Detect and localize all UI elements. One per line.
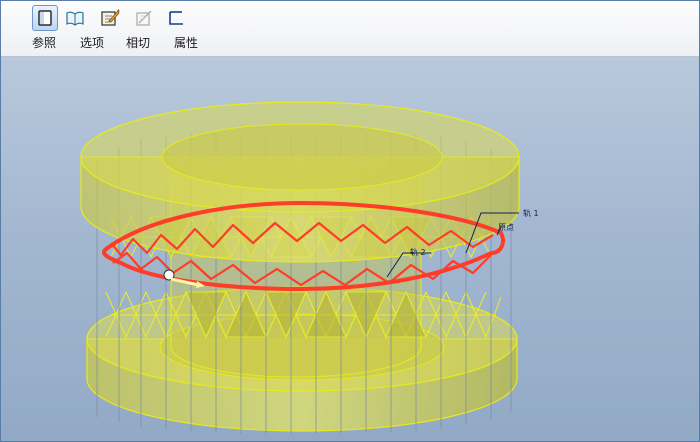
- sketch-icon[interactable]: [163, 5, 189, 31]
- trajectory-1-label[interactable]: 轨 1: [523, 208, 539, 218]
- trajectory-2-label[interactable]: 轨 2: [410, 247, 426, 257]
- graphics-viewport[interactable]: 轨 1 轨 2 原点: [1, 57, 699, 441]
- reference-icon[interactable]: [32, 5, 58, 31]
- tab-reference[interactable]: 参照: [32, 36, 56, 50]
- tab-properties[interactable]: 属性: [174, 36, 198, 50]
- window-frame: 参照 选项 相切 属性 轨 1 轨 2 原点: [0, 0, 700, 442]
- tangency-icon[interactable]: [97, 5, 123, 31]
- tab-options[interactable]: 选项: [80, 36, 104, 50]
- model-canvas[interactable]: 轨 1 轨 2 原点: [1, 57, 699, 441]
- options-icon[interactable]: [62, 5, 88, 31]
- tab-tangency[interactable]: 相切: [126, 36, 150, 50]
- properties-icon[interactable]: [131, 5, 157, 31]
- dashboard-toolbar: 参照 选项 相切 属性: [1, 1, 699, 57]
- origin-label[interactable]: 原点: [498, 223, 514, 232]
